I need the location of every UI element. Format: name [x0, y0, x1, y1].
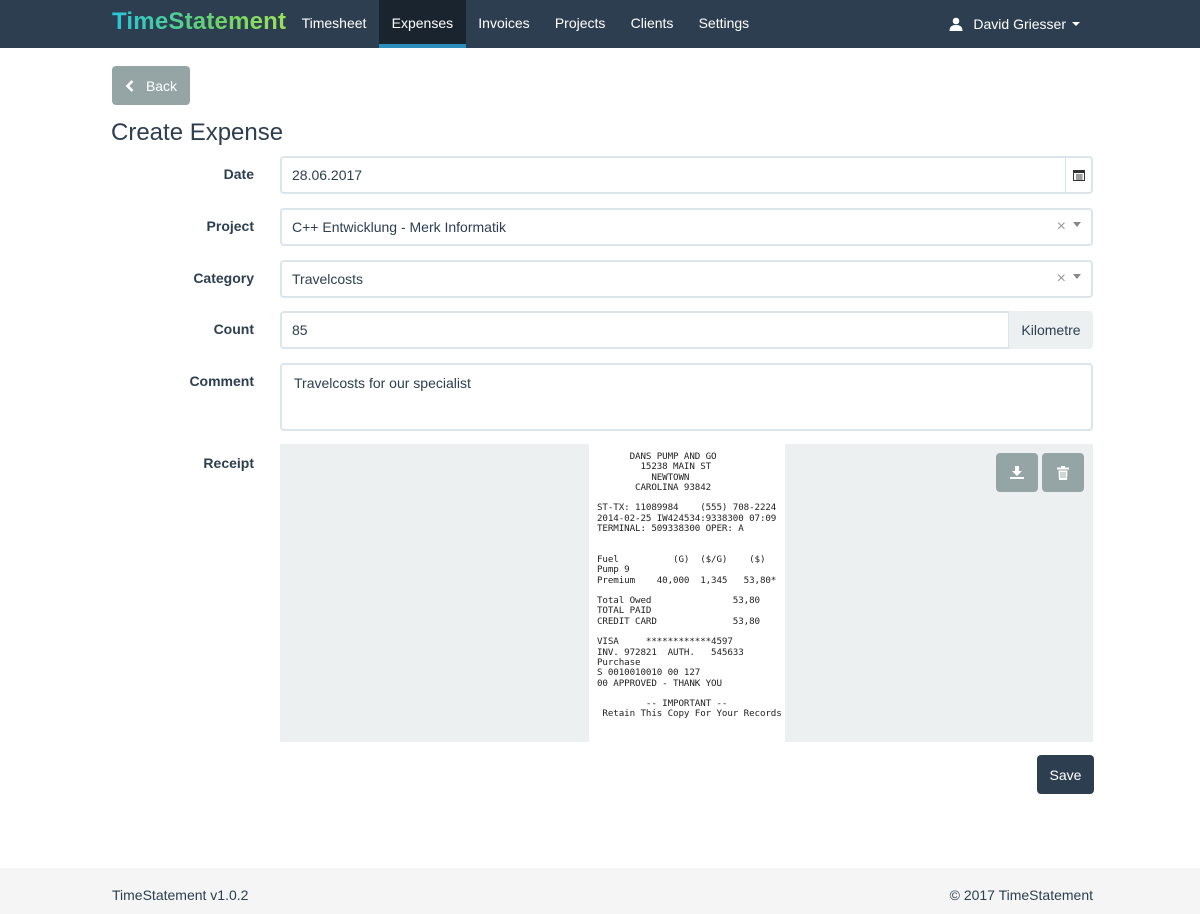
project-value: C++ Entwicklung - Merk Informatik: [292, 219, 506, 235]
save-button[interactable]: Save: [1037, 755, 1094, 794]
nav-item-timesheet[interactable]: Timesheet: [289, 0, 379, 48]
nav-item-invoices[interactable]: Invoices: [466, 0, 543, 48]
calendar-button[interactable]: [1065, 158, 1091, 192]
project-select[interactable]: C++ Entwicklung - Merk Informatik ×: [280, 208, 1093, 246]
download-receipt-button[interactable]: [996, 453, 1038, 492]
category-value: Travelcosts: [292, 271, 364, 287]
page-title: Create Expense: [111, 119, 284, 146]
date-label: Date: [223, 166, 254, 182]
dropdown-arrow-icon: [1073, 273, 1081, 279]
calendar-icon: [1072, 170, 1085, 181]
nav-item-projects[interactable]: Projects: [542, 0, 618, 48]
back-button[interactable]: Back: [112, 66, 190, 105]
caret-down-icon: [1072, 22, 1080, 26]
download-icon: [1010, 466, 1024, 479]
main-nav: Timesheet Expenses Invoices Projects Cli…: [289, 0, 762, 48]
receipt-label: Receipt: [203, 455, 254, 471]
footer-version: TimeStatement v1.0.2: [112, 887, 249, 903]
receipt-text: DANS PUMP AND GO 15238 MAIN ST NEWTOWN C…: [597, 451, 782, 720]
count-field[interactable]: 85 Kilometre: [280, 310, 1093, 349]
receipt-image: DANS PUMP AND GO 15238 MAIN ST NEWTOWN C…: [589, 444, 785, 742]
footer-copyright: © 2017 TimeStatement: [949, 887, 1093, 903]
comment-label: Comment: [189, 373, 254, 389]
category-select[interactable]: Travelcosts ×: [280, 260, 1093, 298]
date-field[interactable]: 28.06.2017: [280, 156, 1093, 194]
footer: TimeStatement v1.0.2 © 2017 TimeStatemen…: [0, 868, 1200, 914]
date-value: 28.06.2017: [292, 167, 363, 183]
clear-icon[interactable]: ×: [1057, 270, 1066, 288]
dropdown-arrow-icon: [1073, 221, 1081, 227]
navbar: TimeStatement Timesheet Expenses Invoice…: [0, 0, 1200, 48]
receipt-preview: DANS PUMP AND GO 15238 MAIN ST NEWTOWN C…: [280, 444, 1093, 742]
user-menu[interactable]: David Griesser: [949, 0, 1080, 48]
user-name: David Griesser: [973, 16, 1066, 32]
user-icon: [949, 17, 963, 31]
nav-item-clients[interactable]: Clients: [618, 0, 686, 48]
project-label: Project: [206, 218, 254, 234]
trash-icon: [1057, 465, 1069, 480]
count-unit: Kilometre: [1008, 310, 1093, 349]
nav-item-expenses[interactable]: Expenses: [379, 0, 466, 48]
back-button-label: Back: [145, 77, 178, 94]
nav-item-settings[interactable]: Settings: [686, 0, 762, 48]
chevron-left-icon: [125, 79, 134, 92]
delete-receipt-button[interactable]: [1042, 453, 1084, 492]
count-label: Count: [213, 321, 254, 337]
category-label: Category: [193, 270, 254, 286]
comment-textarea[interactable]: Travelcosts for our specialist: [280, 363, 1093, 431]
count-value: 85: [292, 322, 308, 338]
clear-icon[interactable]: ×: [1057, 218, 1066, 236]
brand-logo[interactable]: TimeStatement: [112, 8, 286, 36]
